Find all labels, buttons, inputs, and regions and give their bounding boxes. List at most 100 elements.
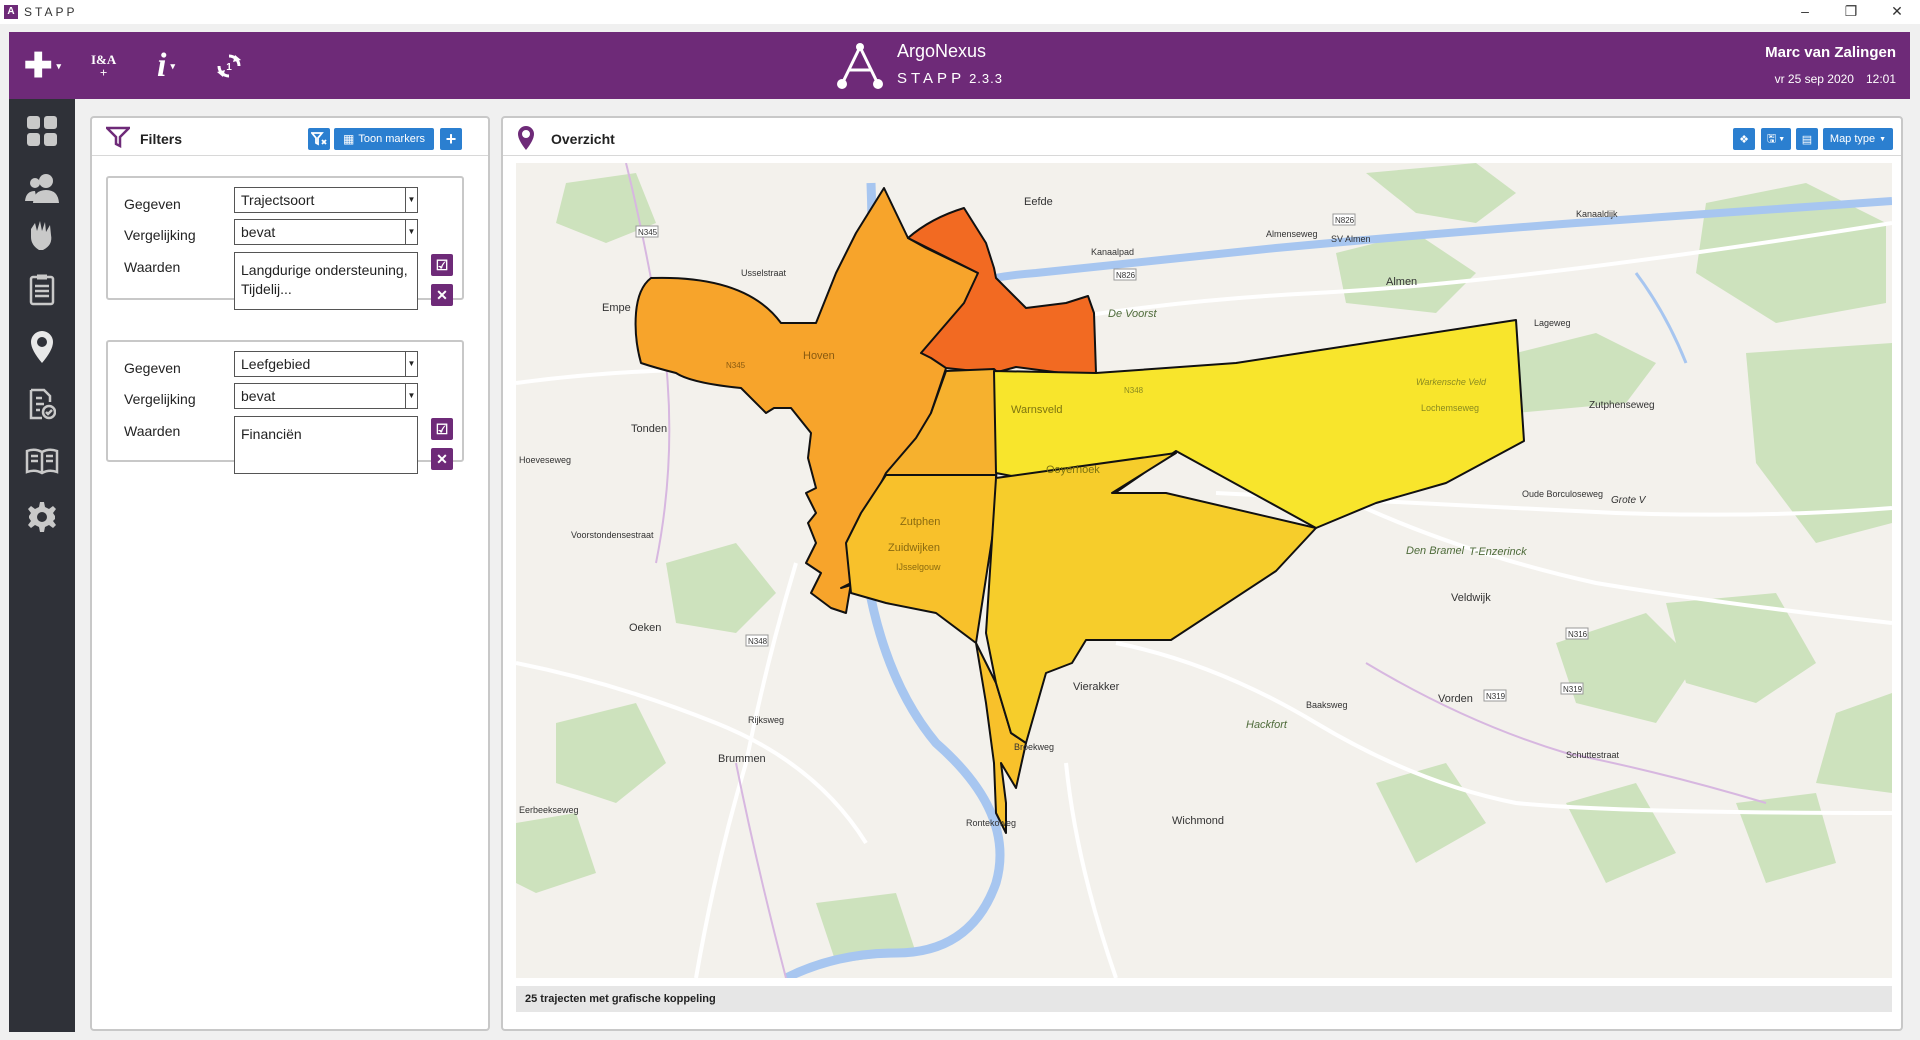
chevron-down-icon: ▼: [1879, 135, 1887, 143]
apply-filter-button[interactable]: ☑: [431, 418, 453, 440]
gegeven-select[interactable]: Leefgebied ▼: [234, 351, 418, 377]
label-usselstraat: Usselstraat: [741, 268, 787, 278]
apply-filter-button[interactable]: ☑: [431, 254, 453, 276]
show-markers-label: Toon markers: [358, 133, 425, 145]
chevron-down-icon: ▼: [405, 220, 417, 244]
document-list-icon: [29, 274, 55, 306]
gegeven-value: Leefgebied: [241, 356, 311, 372]
label-den-bramel: Den Bramel: [1406, 545, 1465, 557]
overview-panel: Overzicht ❖ 🖫 ▼ ▤ Map type ▼ Eefde Empe …: [501, 116, 1903, 1031]
argonexus-logo-icon: [837, 43, 883, 89]
clear-filters-button[interactable]: [308, 128, 330, 150]
svg-text:1: 1: [226, 62, 232, 73]
close-icon: ✕: [436, 451, 448, 467]
app-frame: ✚ ▾ I&A + i ▾ 1 ArgoNexus STAPP 2.3.3 Ma…: [9, 32, 1910, 1032]
sidebar-item-dashboard[interactable]: [24, 113, 60, 149]
gegeven-select[interactable]: Trajectsoort ▼: [234, 187, 418, 213]
filter-box-1: Gegeven Trajectsoort ▼ Vergelijking bevat…: [106, 176, 464, 310]
sidebar-item-map[interactable]: [24, 329, 60, 365]
chevron-down-icon: ▼: [405, 384, 417, 408]
dashboard-icon: [27, 116, 57, 146]
remove-filter-button[interactable]: ✕: [431, 284, 453, 306]
gegeven-value: Trajectsoort: [241, 192, 315, 208]
label-baaksweg: Baaksweg: [1306, 700, 1348, 710]
label-rijksweg: Rijksweg: [748, 715, 784, 725]
map-pin-icon: [518, 126, 534, 150]
vergelijking-label: Vergelijking: [124, 227, 196, 243]
remove-filter-button[interactable]: ✕: [431, 448, 453, 470]
shield-n345-a: N345: [638, 228, 658, 237]
sidebar: [9, 99, 75, 1032]
sidebar-item-book[interactable]: [24, 443, 60, 479]
waarden-label: Waarden: [124, 423, 181, 439]
map-pin-icon: [31, 331, 53, 363]
label-hackfort: Hackfort: [1246, 719, 1288, 731]
filters-title: Filters: [140, 131, 183, 147]
waarden-field[interactable]: Langdurige ondersteuning, Tijdelij...: [234, 252, 418, 310]
gegeven-label: Gegeven: [124, 196, 181, 212]
sidebar-item-hands[interactable]: [24, 217, 60, 253]
map-canvas[interactable]: Eefde Empe Almen Hoven Tonden Warnsveld …: [516, 163, 1892, 978]
overview-header: Overzicht ❖ 🖫 ▼ ▤ Map type ▼: [503, 118, 1901, 156]
label-warkensche-veld: Warkensche Veld: [1416, 377, 1487, 387]
label-tonden: Tonden: [631, 423, 667, 435]
label-warnsveld: Warnsveld: [1011, 404, 1063, 416]
vergelijking-select[interactable]: bevat ▼: [234, 219, 418, 245]
plus-icon: ✚: [24, 47, 53, 85]
sidebar-item-documents[interactable]: [24, 272, 60, 308]
sidebar-item-people[interactable]: [24, 170, 60, 206]
map-type-button[interactable]: Map type ▼: [1823, 128, 1893, 150]
chevron-down-icon: ▼: [405, 352, 417, 376]
close-icon: ✕: [436, 287, 448, 303]
label-sv-almen: SV Almen: [1331, 234, 1371, 244]
map-status-bar: 25 trajecten met grafische koppeling: [516, 986, 1892, 1012]
label-ooyerhoek: Ooyerhoek: [1046, 464, 1100, 476]
save-map-button[interactable]: 🖫 ▼: [1761, 128, 1791, 150]
brand-version: 2.3.3: [969, 71, 1003, 86]
label-brummen: Brummen: [718, 753, 766, 765]
window-controls: – ❐ ✕: [1782, 0, 1920, 24]
user-name[interactable]: Marc van Zalingen: [1765, 44, 1896, 61]
ia-add-button[interactable]: I&A +: [91, 46, 116, 86]
label-ijsselgouw: IJsselgouw: [896, 562, 941, 572]
overview-title: Overzicht: [551, 131, 615, 147]
layers-button[interactable]: ▤: [1796, 128, 1818, 150]
shield-n826-b: N826: [1116, 271, 1136, 280]
label-vorden: Vorden: [1438, 693, 1473, 705]
label-empe: Empe: [602, 302, 631, 314]
add-filter-button[interactable]: +: [440, 128, 462, 150]
label-schuttestraat: Schuttestraat: [1566, 750, 1620, 760]
sidebar-item-settings[interactable]: [24, 499, 60, 535]
fit-bounds-button[interactable]: ❖: [1733, 128, 1755, 150]
vergelijking-value: bevat: [241, 388, 276, 404]
gegeven-label: Gegeven: [124, 360, 181, 376]
label-broekweg: Broekweg: [1014, 742, 1054, 752]
minimize-icon[interactable]: –: [1782, 0, 1828, 24]
label-almenseweg: Almenseweg: [1266, 229, 1318, 239]
user-info: Marc van Zalingen vr 25 sep 2020 12:01: [1765, 44, 1896, 86]
label-zutphen: Zutphen: [900, 516, 940, 528]
gear-icon: [28, 502, 56, 532]
ia-plus: +: [99, 65, 108, 80]
shield-n319-b: N319: [1563, 685, 1583, 694]
label-de-voorst: De Voorst: [1108, 308, 1157, 320]
shield-n345-b: N345: [726, 361, 746, 370]
date-text: vr 25 sep 2020: [1774, 72, 1854, 86]
filters-panel: Filters ▦ Toon markers + Gegeven Trajects…: [90, 116, 490, 1031]
label-hoeveseweg: Hoeveseweg: [519, 455, 571, 465]
info-button[interactable]: i ▾: [157, 46, 175, 86]
label-grote: Grote V: [1611, 495, 1647, 506]
label-eerbeekseweg: Eerbeekseweg: [519, 805, 579, 815]
brand-name: ArgoNexus: [897, 41, 987, 61]
vergelijking-select[interactable]: bevat ▼: [234, 383, 418, 409]
show-markers-button[interactable]: ▦ Toon markers: [334, 128, 434, 150]
add-button[interactable]: ✚ ▾: [24, 46, 61, 86]
waarden-field[interactable]: Financiën: [234, 416, 418, 474]
label-kanaaldijk: Kanaaldijk: [1576, 209, 1618, 219]
label-hoven: Hoven: [803, 350, 835, 362]
restore-icon[interactable]: ❐: [1828, 0, 1874, 24]
close-icon[interactable]: ✕: [1874, 0, 1920, 24]
sync-button[interactable]: 1: [215, 46, 243, 86]
sidebar-item-document-check[interactable]: [24, 386, 60, 422]
label-almen: Almen: [1386, 276, 1417, 288]
